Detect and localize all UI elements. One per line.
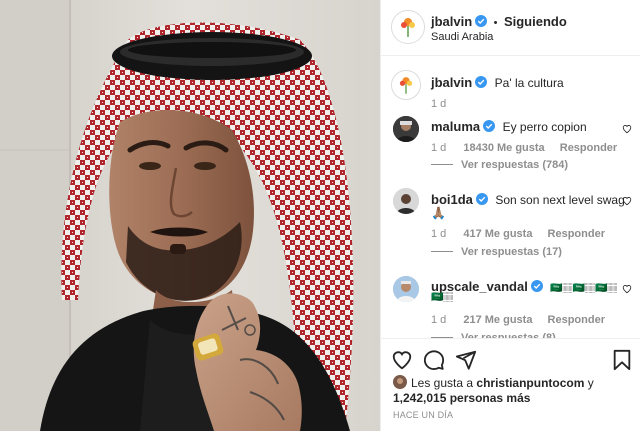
liker-avatar[interactable]	[393, 375, 407, 389]
verified-badge-icon	[530, 280, 543, 292]
follow-separator: •	[493, 17, 498, 29]
comment-heart-icon[interactable]	[622, 284, 632, 294]
flower-avatar-icon	[392, 11, 424, 43]
comment-text-continued: 🇸🇦🏽	[431, 292, 454, 303]
caption-age: 1 d	[431, 98, 447, 110]
avatar[interactable]	[393, 276, 419, 302]
reply-button[interactable]: Responder	[548, 314, 605, 326]
comment-text: Son son next level swag	[495, 193, 625, 207]
bookmark-icon[interactable]	[611, 349, 633, 371]
person-avatar-icon	[393, 375, 407, 389]
comment-heart-icon[interactable]	[622, 124, 632, 134]
reply-button[interactable]: Responder	[548, 228, 605, 240]
post-photo[interactable]	[0, 0, 380, 431]
verified-badge-icon	[475, 193, 488, 205]
comment-emoji: 🙏🏽	[431, 206, 446, 220]
avatar[interactable]	[393, 188, 419, 214]
comment-age: 1 d	[431, 142, 447, 154]
view-replies-button[interactable]: Ver respuestas (784)	[461, 159, 568, 171]
flower-avatar-icon	[392, 71, 420, 99]
paper-plane-icon[interactable]	[455, 349, 477, 371]
post-detail-panel: jbalvin • Siguiendo Saudi Arabia jbalvin…	[380, 0, 640, 431]
post-image	[0, 0, 380, 431]
comment-age: 1 d	[431, 228, 447, 240]
likes-line: Les gusta a christianpuntocom y	[411, 376, 594, 390]
view-replies-button[interactable]: Ver respuestas (17)	[461, 246, 562, 258]
person-avatar-icon	[393, 188, 419, 214]
liker-username[interactable]: christianpuntocom	[476, 376, 584, 390]
post-header: jbalvin • Siguiendo Saudi Arabia	[381, 0, 640, 56]
verified-badge-icon	[483, 120, 496, 132]
comment-heart-icon[interactable]	[622, 196, 632, 206]
caption-avatar[interactable]	[391, 70, 421, 100]
caption-username[interactable]: jbalvin	[431, 75, 472, 90]
following-button[interactable]: Siguiendo	[504, 14, 567, 29]
avatar[interactable]	[393, 116, 419, 142]
post-timestamp[interactable]: HACE UN DÍA	[393, 410, 453, 420]
likes-prefix: Les gusta a	[411, 376, 474, 390]
comment-text: Ey perro copion	[502, 120, 587, 134]
person-avatar-icon	[393, 116, 419, 142]
verified-badge-icon	[475, 15, 488, 27]
comment-age: 1 d	[431, 314, 447, 326]
verified-badge-icon	[475, 76, 488, 88]
comment-text: 🇸🇦🏽🇸🇦🏽🇸🇦🏽	[550, 283, 618, 294]
comment-bubble-icon[interactable]	[423, 349, 445, 371]
replies-line-icon	[431, 251, 453, 252]
heart-icon[interactable]	[391, 349, 413, 371]
avatar[interactable]	[391, 10, 425, 44]
likes-conj: y	[587, 376, 594, 390]
person-avatar-icon	[393, 276, 419, 302]
likes-count[interactable]: 1,242,015 personas más	[393, 391, 530, 405]
header-username[interactable]: jbalvin	[431, 14, 472, 29]
caption-text: Pa' la cultura	[494, 76, 564, 90]
caption: jbalvin Pa' la cultura	[431, 74, 564, 92]
location-link[interactable]: Saudi Arabia	[431, 31, 493, 43]
replies-line-icon	[431, 164, 453, 165]
comment-username[interactable]: boi1da	[431, 192, 473, 207]
comment-likes[interactable]: 18430 Me gusta	[463, 142, 544, 154]
comment-username[interactable]: maluma	[431, 119, 480, 134]
comment-likes[interactable]: 217 Me gusta	[463, 314, 532, 326]
comment-likes[interactable]: 417 Me gusta	[463, 228, 532, 240]
reply-button[interactable]: Responder	[560, 142, 617, 154]
